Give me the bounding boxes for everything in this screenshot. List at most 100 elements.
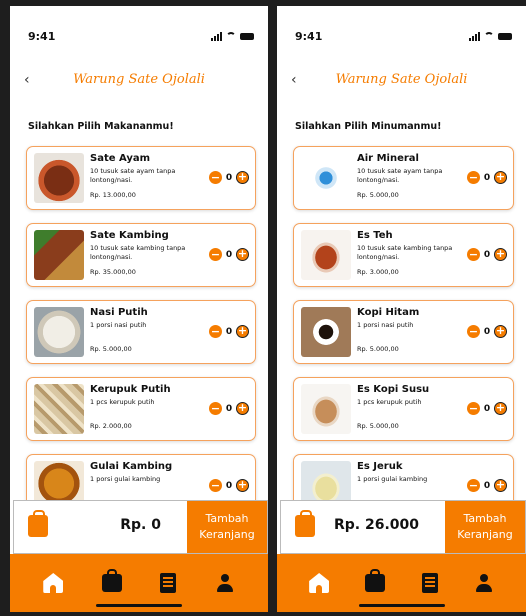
minus-button[interactable]: − bbox=[467, 479, 480, 492]
item-description: 1 pcs kerupuk putih bbox=[90, 398, 155, 406]
menu-item-card[interactable]: Sate Ayam 10 tusuk sate ayam tanpa lonton… bbox=[26, 146, 256, 210]
menu-item-card[interactable]: Es Teh 10 tusuk sate kambing tanpa lonton… bbox=[293, 223, 514, 287]
item-name: Air Mineral bbox=[357, 153, 419, 164]
plus-button[interactable]: + bbox=[494, 402, 507, 415]
home-icon[interactable] bbox=[309, 573, 330, 593]
home-indicator bbox=[358, 604, 445, 607]
profile-icon[interactable] bbox=[215, 573, 235, 593]
minus-button[interactable]: − bbox=[467, 171, 480, 184]
food-photo bbox=[34, 153, 84, 203]
signal-icon bbox=[211, 31, 222, 41]
profile-icon[interactable] bbox=[474, 573, 494, 593]
battery-icon bbox=[498, 32, 512, 40]
minus-button[interactable]: − bbox=[209, 248, 222, 261]
item-description: 1 porsi gulai kambing bbox=[90, 475, 161, 483]
minus-button[interactable]: − bbox=[467, 402, 480, 415]
food-menu-screen: 9:41 ‹ Warung Sate Ojolali Silahkan Pili… bbox=[10, 6, 268, 612]
menu-item-card[interactable]: Es Kopi Susu 1 pcs kerupuk putih Rp. 5.000… bbox=[293, 377, 514, 441]
section-title: Silahkan Pilih Minumanmu! bbox=[295, 121, 442, 132]
header: ‹ Warung Sate Ojolali bbox=[10, 68, 268, 98]
minus-button[interactable]: − bbox=[209, 402, 222, 415]
status-bar: 9:41 bbox=[28, 28, 254, 44]
menu-item-card[interactable]: Kerupuk Putih 1 pcs kerupuk putih Rp. 2.00… bbox=[26, 377, 256, 441]
quantity-stepper: −0 + bbox=[467, 402, 507, 415]
quantity-stepper: −0 + bbox=[209, 325, 249, 338]
item-description: 10 tusuk sate ayam tanpa lontong/nasi. bbox=[90, 167, 176, 184]
plus-button[interactable]: + bbox=[494, 325, 507, 338]
item-price: Rp. 5.000,00 bbox=[357, 422, 399, 430]
app-title: Warung Sate Ojolali bbox=[335, 72, 468, 87]
section-title: Silahkan Pilih Makananmu! bbox=[28, 121, 174, 132]
plus-button[interactable]: + bbox=[494, 248, 507, 261]
quantity-value: 0 bbox=[483, 326, 491, 337]
menu-list: Air Mineral 10 tusuk sate ayam tanpa lont… bbox=[293, 146, 514, 531]
item-price: Rp. 5.000,00 bbox=[357, 191, 399, 199]
quantity-stepper: −0 + bbox=[467, 248, 507, 261]
orders-icon[interactable] bbox=[160, 573, 177, 593]
quantity-value: 0 bbox=[483, 480, 491, 491]
add-to-cart-button[interactable]: Tambah Keranjang bbox=[445, 501, 525, 553]
item-price: Rp. 13.000,00 bbox=[90, 191, 136, 199]
item-name: Kopi Hitam bbox=[357, 307, 420, 318]
quantity-stepper: −0 + bbox=[209, 248, 249, 261]
bottom-nav bbox=[277, 554, 526, 612]
plus-button[interactable]: + bbox=[494, 479, 507, 492]
minus-button[interactable]: − bbox=[209, 171, 222, 184]
plus-button[interactable]: + bbox=[494, 171, 507, 184]
menu-list: Sate Ayam 10 tusuk sate ayam tanpa lonton… bbox=[26, 146, 256, 531]
item-price: Rp. 2.000,00 bbox=[90, 422, 132, 430]
shop-icon[interactable] bbox=[365, 569, 386, 592]
cart-bar: Rp. 26.000 Tambah Keranjang bbox=[280, 500, 526, 554]
quantity-value: 0 bbox=[483, 249, 491, 260]
status-bar: 9:41 bbox=[295, 28, 512, 44]
minus-button[interactable]: − bbox=[467, 248, 480, 261]
shopping-bag-icon[interactable] bbox=[28, 510, 48, 537]
cart-bar: Rp. 0 Tambah Keranjang bbox=[13, 500, 268, 554]
minus-button[interactable]: − bbox=[467, 325, 480, 338]
shop-icon[interactable] bbox=[101, 569, 122, 592]
minus-button[interactable]: − bbox=[209, 479, 222, 492]
item-name: Gulai Kambing bbox=[90, 461, 173, 472]
wifi-icon bbox=[226, 32, 236, 40]
item-name: Nasi Putih bbox=[90, 307, 148, 318]
quantity-value: 0 bbox=[225, 249, 233, 260]
plus-button[interactable]: + bbox=[236, 248, 249, 261]
item-name: Sate Kambing bbox=[90, 230, 169, 241]
minus-button[interactable]: − bbox=[209, 325, 222, 338]
item-price: Rp. 5.000,00 bbox=[90, 345, 132, 353]
home-icon[interactable] bbox=[43, 573, 64, 593]
wifi-icon bbox=[484, 32, 494, 40]
orders-icon[interactable] bbox=[421, 573, 438, 593]
quantity-value: 0 bbox=[225, 326, 233, 337]
cart-total: Rp. 26.000 bbox=[333, 517, 419, 533]
item-name: Es Teh bbox=[357, 230, 393, 241]
add-to-cart-button[interactable]: Tambah Keranjang bbox=[187, 501, 267, 553]
quantity-stepper: −0 + bbox=[467, 325, 507, 338]
item-description: 10 tusuk sate kambing tanpa lontong/nasi… bbox=[90, 244, 186, 261]
item-description: 1 pcs kerupuk putih bbox=[357, 398, 422, 406]
menu-item-card[interactable]: Sate Kambing 10 tusuk sate kambing tanpa … bbox=[26, 223, 256, 287]
quantity-value: 0 bbox=[225, 403, 233, 414]
food-photo bbox=[301, 384, 351, 434]
menu-item-card[interactable]: Nasi Putih 1 porsi nasi putih Rp. 5.000,00… bbox=[26, 300, 256, 364]
status-icons bbox=[469, 31, 512, 41]
status-time: 9:41 bbox=[28, 29, 56, 43]
cart-total: Rp. 0 bbox=[120, 517, 161, 533]
item-name: Kerupuk Putih bbox=[90, 384, 171, 395]
cart-summary: Rp. 0 bbox=[14, 501, 187, 553]
status-icons bbox=[211, 31, 254, 41]
menu-item-card[interactable]: Air Mineral 10 tusuk sate ayam tanpa lont… bbox=[293, 146, 514, 210]
item-description: 1 porsi gulai kambing bbox=[357, 475, 428, 483]
shopping-bag-icon[interactable] bbox=[295, 510, 315, 537]
food-photo bbox=[34, 307, 84, 357]
item-description: 1 porsi nasi putih bbox=[90, 321, 147, 329]
app-title: Warung Sate Ojolali bbox=[73, 72, 205, 87]
item-name: Es Jeruk bbox=[357, 461, 403, 472]
battery-icon bbox=[240, 32, 254, 40]
item-description: 1 porsi nasi putih bbox=[357, 321, 414, 329]
plus-button[interactable]: + bbox=[236, 402, 249, 415]
plus-button[interactable]: + bbox=[236, 171, 249, 184]
menu-item-card[interactable]: Kopi Hitam 1 porsi nasi putih Rp. 5.000,00… bbox=[293, 300, 514, 364]
plus-button[interactable]: + bbox=[236, 325, 249, 338]
plus-button[interactable]: + bbox=[236, 479, 249, 492]
